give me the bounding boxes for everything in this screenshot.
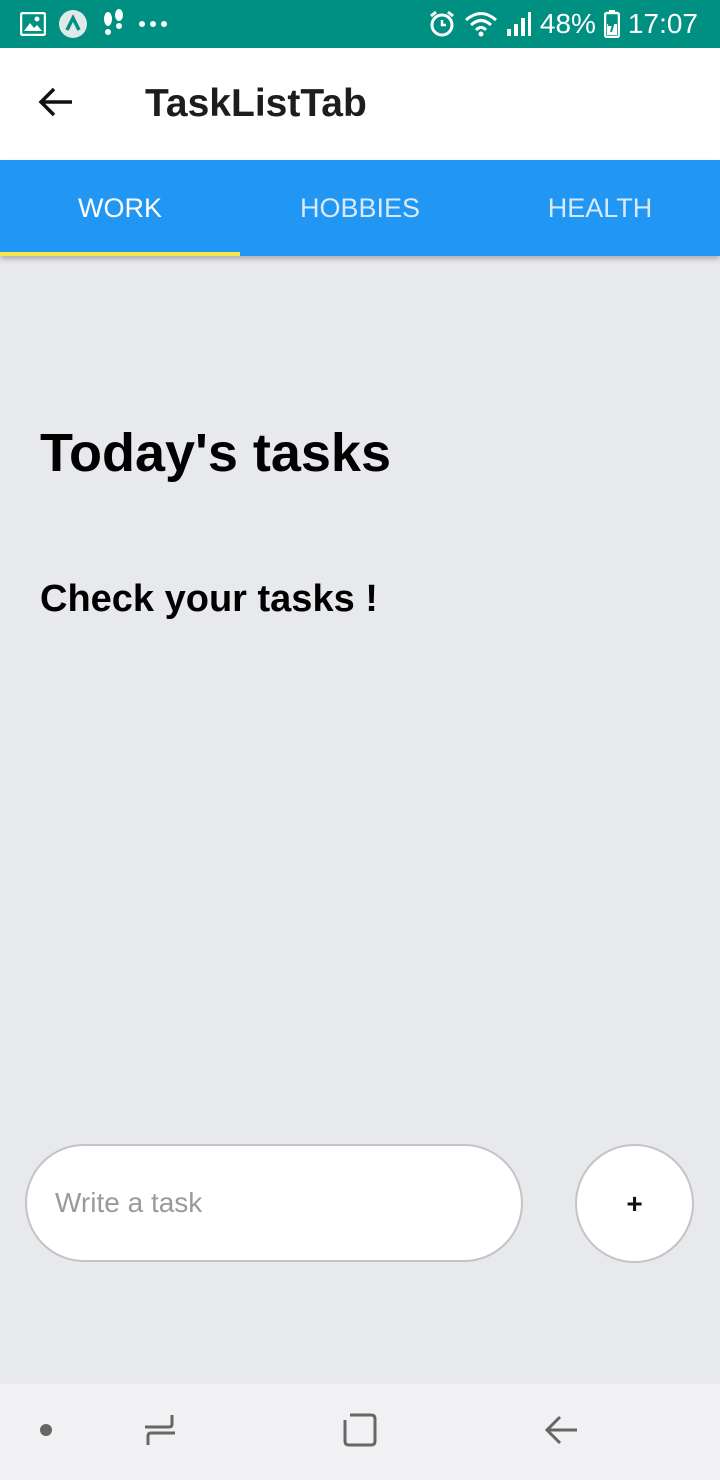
home-button[interactable] — [330, 1384, 390, 1480]
home-icon — [342, 1412, 378, 1453]
add-button-label: + — [626, 1187, 643, 1219]
recent-apps-icon — [142, 1412, 178, 1453]
active-tab-indicator — [0, 252, 240, 256]
alarm-icon — [428, 10, 456, 38]
wifi-icon — [464, 11, 498, 37]
tab-hobbies[interactable]: HOBBIES — [240, 160, 480, 256]
signal-icon — [506, 11, 532, 37]
arrow-left-icon — [38, 86, 74, 123]
dot-icon — [39, 1423, 53, 1442]
nav-dot-button[interactable] — [26, 1384, 66, 1480]
footsteps-icon — [100, 9, 126, 39]
tab-work[interactable]: WORK — [0, 160, 240, 256]
tab-label: HEALTH — [547, 192, 653, 223]
task-input[interactable] — [25, 1144, 523, 1262]
app-a-icon — [58, 9, 88, 39]
recent-apps-button[interactable] — [130, 1384, 190, 1480]
gallery-icon — [20, 12, 46, 36]
tab-label: HOBBIES — [299, 192, 421, 223]
more-dots-icon — [138, 20, 168, 28]
tab-bar: WORK HOBBIES HEALTH — [0, 160, 720, 256]
clock: 17:07 — [627, 8, 698, 39]
system-back-button[interactable] — [532, 1384, 592, 1480]
check-tasks-subheading: Check your tasks ! — [40, 578, 378, 620]
page-title: TaskListTab — [145, 82, 367, 125]
status-bar: 48% 17:07 — [0, 0, 720, 48]
battery-percentage: 48% — [539, 8, 596, 39]
system-nav-bar — [0, 1384, 720, 1480]
battery-icon — [603, 10, 620, 38]
status-right-icons: 48% 17:07 — [428, 8, 698, 40]
tab-health[interactable]: HEALTH — [480, 160, 720, 256]
app-bar: TaskListTab — [0, 48, 720, 160]
status-left-icons — [20, 8, 168, 40]
add-task-button[interactable]: + — [575, 1144, 694, 1263]
back-icon — [544, 1414, 580, 1451]
back-button[interactable] — [26, 74, 86, 134]
tab-label: WORK — [78, 192, 162, 223]
todays-tasks-heading: Today's tasks — [40, 423, 391, 483]
